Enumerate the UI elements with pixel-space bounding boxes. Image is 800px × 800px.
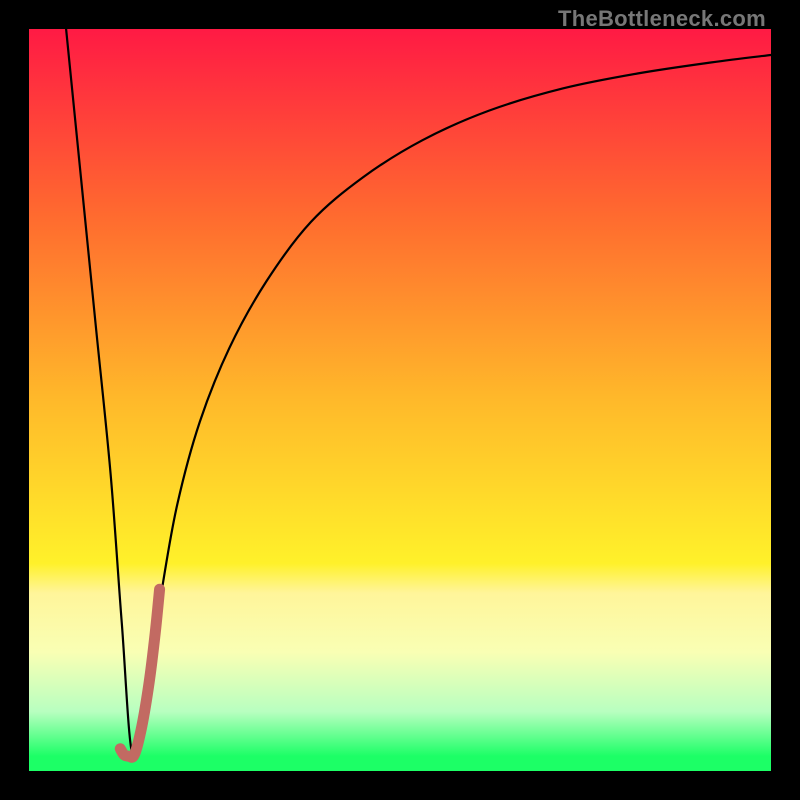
plot-area bbox=[29, 29, 771, 771]
bottleneck-curve bbox=[66, 29, 771, 757]
watermark-label: TheBottleneck.com bbox=[558, 6, 766, 32]
curve-layer bbox=[29, 29, 771, 771]
chart-frame: TheBottleneck.com bbox=[0, 0, 800, 800]
